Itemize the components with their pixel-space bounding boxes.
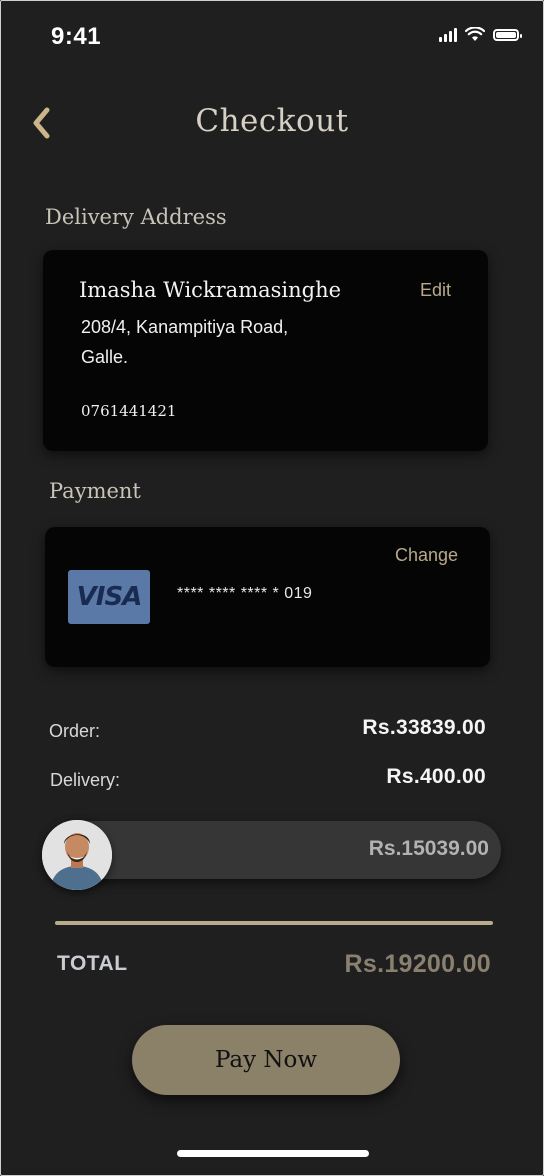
avatar[interactable]	[42, 820, 112, 890]
change-payment-link[interactable]: Change	[395, 545, 458, 566]
battery-icon	[493, 28, 522, 41]
wifi-icon	[465, 27, 485, 41]
recipient-name: Imasha Wickramasinghe	[79, 278, 342, 302]
address-line-1: 208/4, Kanampitiya Road,	[81, 317, 289, 337]
status-time: 9:41	[51, 23, 102, 50]
phone-number: 0761441421	[81, 402, 177, 420]
split-payment-pill[interactable]: Rs.15039.00	[47, 821, 501, 879]
checkout-screen: 9:41 Checkout Delivery Address Imasha Wi…	[0, 0, 544, 1176]
cellular-signal-icon	[439, 27, 457, 42]
delivery-fee-value: Rs.400.00	[386, 765, 486, 788]
home-indicator[interactable]	[177, 1150, 369, 1157]
payment-card: Change VISA **** **** **** * 019	[45, 527, 490, 667]
payment-section-label: Payment	[49, 479, 141, 503]
person-avatar-image	[42, 820, 112, 890]
page-title: Checkout	[195, 103, 349, 139]
total-label: TOTAL	[57, 952, 128, 975]
delivery-section-label: Delivery Address	[45, 205, 227, 229]
pay-now-label: Pay Now	[214, 1047, 318, 1073]
delivery-address-card: Imasha Wickramasinghe Edit 208/4, Kanamp…	[43, 250, 488, 451]
split-amount: Rs.15039.00	[368, 837, 489, 860]
order-value: Rs.33839.00	[362, 716, 486, 739]
masked-card-number: **** **** **** * 019	[177, 585, 313, 602]
total-value: Rs.19200.00	[344, 950, 491, 978]
order-label: Order:	[49, 721, 101, 741]
pay-now-button[interactable]: Pay Now	[132, 1025, 400, 1095]
visa-logo-text: VISA	[76, 582, 143, 612]
status-icons	[439, 27, 522, 42]
address-line-2: Galle.	[81, 347, 129, 367]
edit-address-link[interactable]: Edit	[420, 280, 451, 301]
total-divider	[55, 921, 493, 925]
visa-logo: VISA	[68, 570, 150, 624]
delivery-fee-label: Delivery:	[50, 770, 121, 790]
